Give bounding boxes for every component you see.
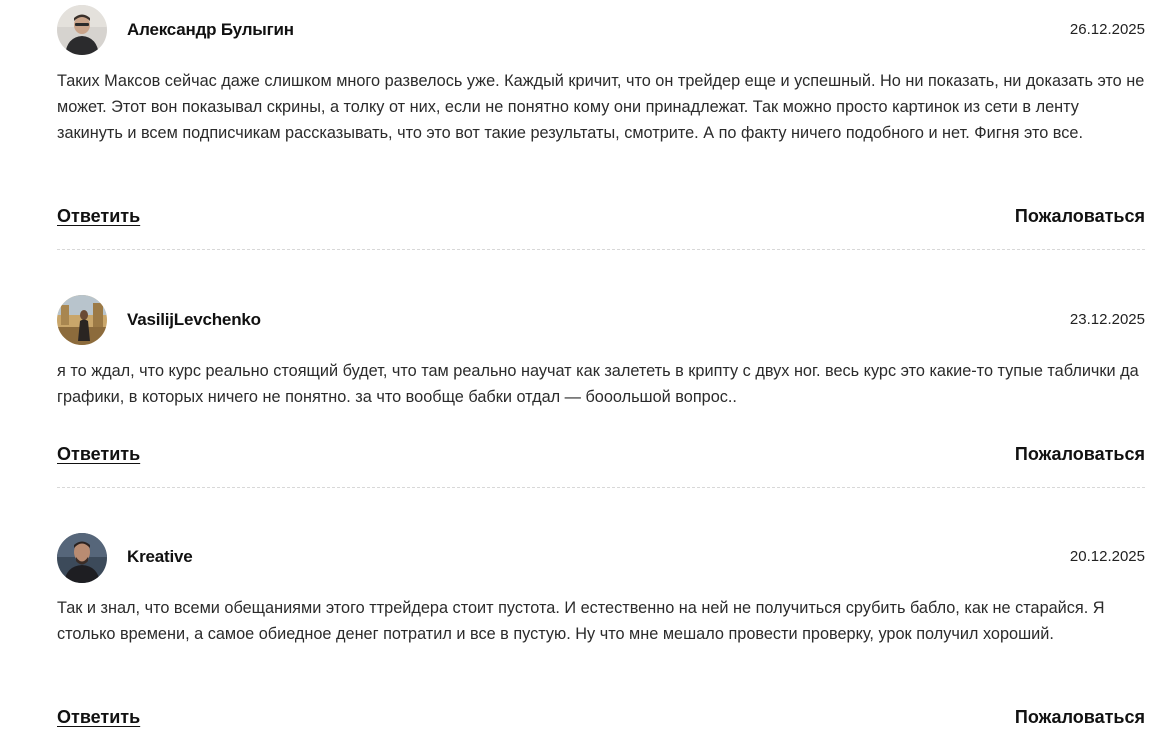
comment-text: Так и знал, что всеми обещаниями этого т… (57, 599, 1105, 643)
report-button[interactable]: Пожаловаться (1015, 206, 1145, 227)
comment-text: Таких Максов сейчас даже слишком много р… (57, 72, 1145, 142)
comment-date: 26.12.2025 (1069, 21, 1145, 38)
reply-button[interactable]: Ответить (57, 707, 140, 728)
report-button[interactable]: Пожаловаться (1015, 707, 1145, 728)
user-photo-icon[interactable] (57, 533, 107, 583)
comment-author: Kreative (127, 547, 193, 566)
user-photo-icon[interactable] (57, 5, 107, 55)
comment-text: я то ждал, что курс реально стоящий буде… (57, 362, 1139, 406)
report-button[interactable]: Пожаловаться (1015, 444, 1145, 465)
reply-button[interactable]: Ответить (57, 206, 140, 227)
user-photo-icon[interactable] (57, 295, 107, 345)
comment-author: Александр Булыгин (127, 20, 294, 39)
comment-actions: Ответить Пожаловаться (57, 444, 1145, 468)
comment-actions: Ответить Пожаловаться (57, 707, 1145, 731)
comment-author: VasilijLevchenko (127, 310, 261, 329)
comment-date: 20.12.2025 (1069, 548, 1145, 565)
comment-date: 23.12.2025 (1069, 311, 1145, 328)
comment-divider (57, 487, 1145, 488)
comment-divider (57, 249, 1145, 250)
comment-actions: Ответить Пожаловаться (57, 206, 1145, 230)
reply-button[interactable]: Ответить (57, 444, 140, 465)
